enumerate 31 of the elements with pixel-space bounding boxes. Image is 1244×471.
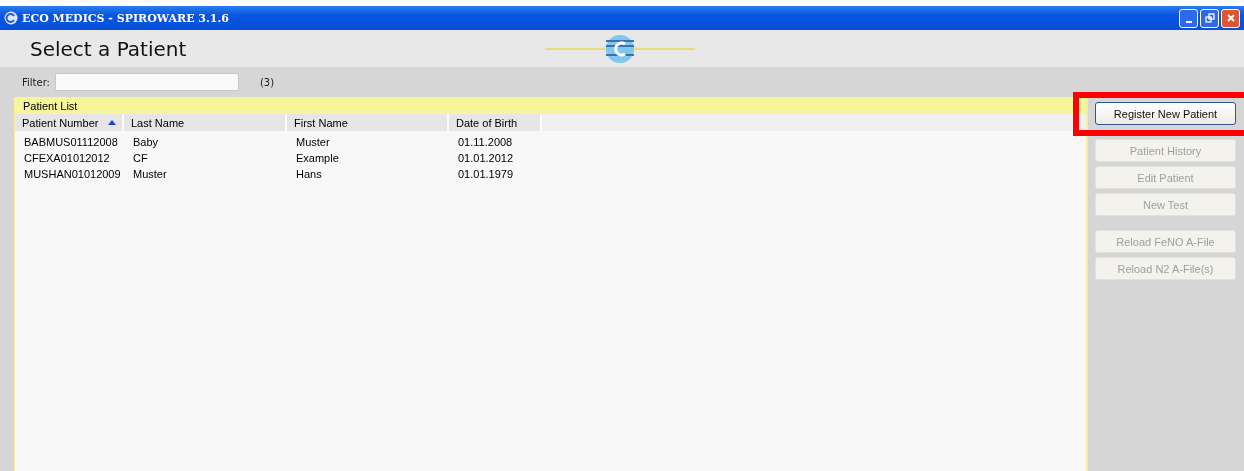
column-header[interactable]: Patient Number: [15, 114, 124, 131]
app-logo-icon: [4, 11, 18, 25]
filter-field[interactable]: [54, 73, 239, 91]
minimize-icon: [1185, 21, 1192, 23]
filter-label: Filter:: [22, 76, 50, 88]
close-icon: [1225, 13, 1236, 23]
window-title: ECO MEDICS - SPIROWARE 3.1.6: [22, 11, 229, 25]
table-cell-text: MUSHAN01012009: [23, 168, 122, 180]
restore-button[interactable]: [1200, 8, 1219, 28]
table-cell-text: Baby: [132, 136, 160, 148]
table-cell-text: Example: [295, 152, 340, 164]
table-cell-text: 01.01.1979: [457, 168, 515, 180]
table-cell-text: Hans: [295, 168, 323, 180]
table-cell-text: 01.11.2008: [457, 136, 514, 148]
close-button[interactable]: [1221, 8, 1240, 28]
table-cell-text: CFEXA01012012: [23, 152, 111, 164]
restore-icon: [1204, 13, 1215, 23]
table-cell-text: 01.01.2012: [457, 152, 515, 164]
column-header[interactable]: First Name: [287, 114, 449, 131]
table-cell-text: Muster: [295, 136, 331, 148]
action-button[interactable]: Register New Patient: [1095, 102, 1236, 125]
page-title: Select a Patient: [30, 36, 187, 61]
result-count: (3): [259, 76, 275, 88]
column-header[interactable]: Last Name: [124, 114, 287, 131]
column-header[interactable]: Date of Birth: [449, 114, 542, 131]
table-cell-text: Muster: [132, 168, 168, 180]
table-cell-text: BABMUS01112008: [23, 136, 119, 148]
table-cell-text: CF: [132, 152, 149, 164]
panel-title: Patient List: [23, 99, 78, 112]
logo-icon: [545, 34, 695, 64]
minimize-button[interactable]: [1179, 8, 1198, 28]
